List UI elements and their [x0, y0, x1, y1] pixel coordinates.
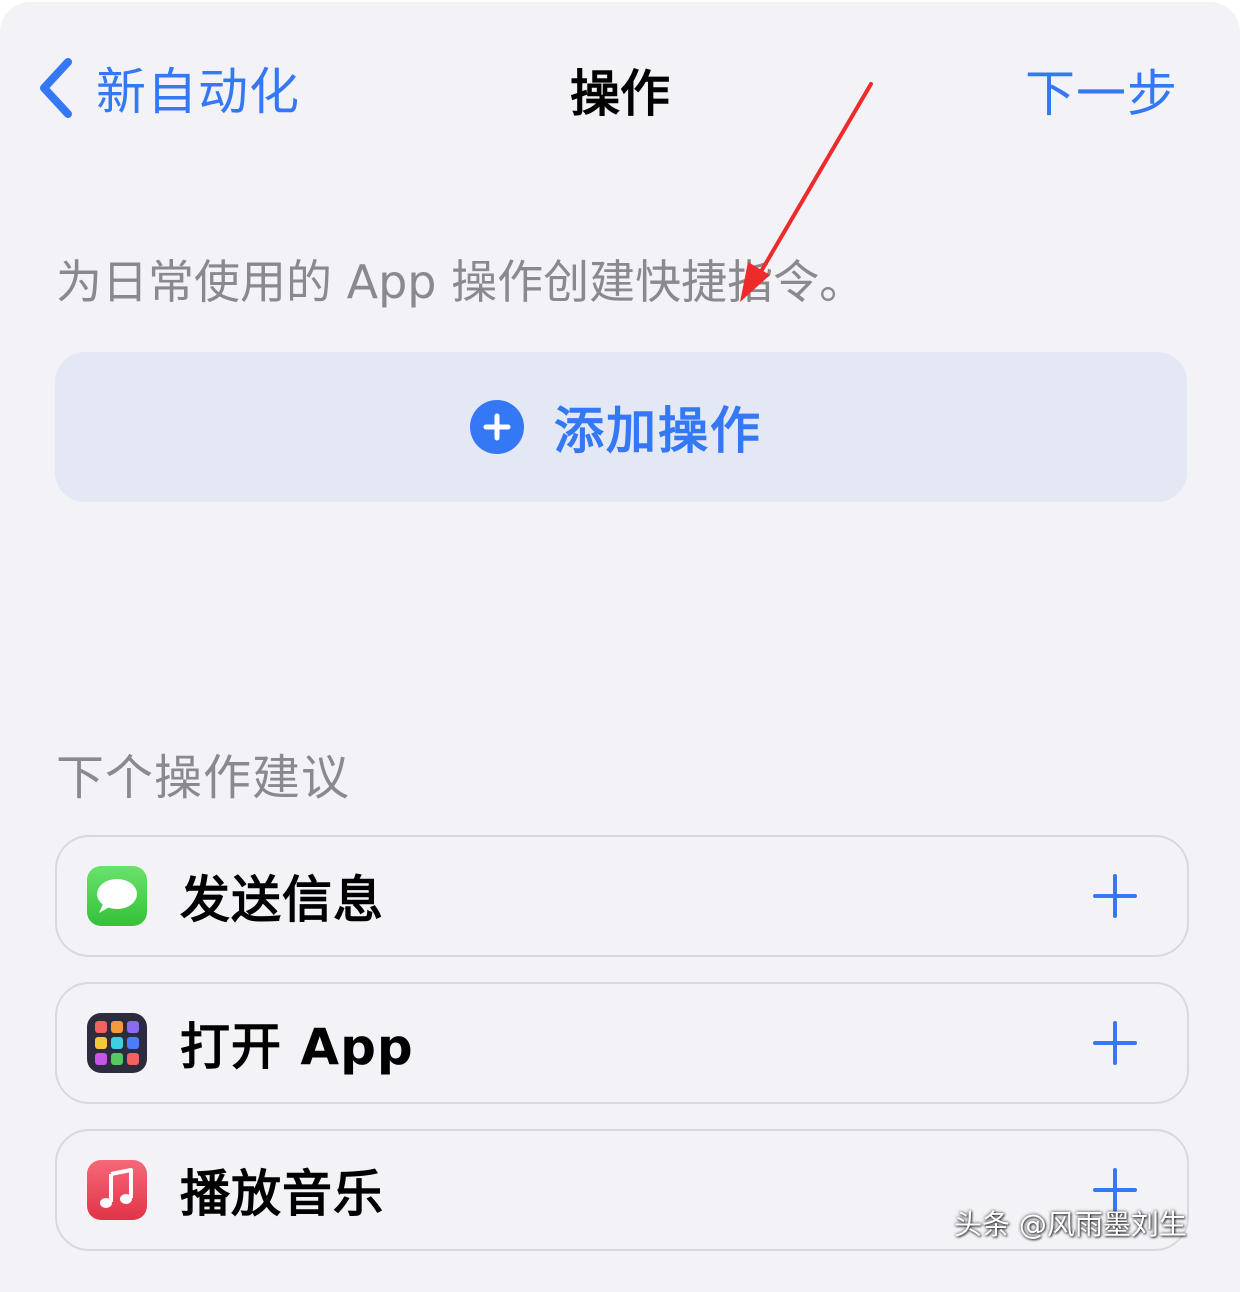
suggestion-send-message[interactable]: 发送信息 [55, 835, 1189, 957]
next-button[interactable]: 下一步 [1025, 54, 1178, 126]
description-text: 为日常使用的 App 操作创建快捷指令。 [56, 255, 866, 309]
suggestion-label: 打开 App [180, 1018, 414, 1076]
messages-app-icon [87, 866, 147, 926]
plus-icon[interactable] [1093, 874, 1137, 918]
suggestion-label: 发送信息 [180, 871, 384, 929]
add-action-label: 添加操作 [554, 402, 762, 460]
suggestions-header: 下个操作建议 [56, 750, 351, 806]
plus-icon[interactable] [1093, 1021, 1137, 1065]
automation-sheet: 新自动化 操作 下一步 为日常使用的 App 操作创建快捷指令。 添加操作 下个… [0, 2, 1240, 1292]
suggestion-open-app[interactable]: 打开 App [55, 982, 1189, 1104]
add-action-button[interactable]: 添加操作 [55, 352, 1187, 502]
app-grid-icon [87, 1013, 147, 1073]
watermark: 头条 @风雨墨刘生 [954, 1208, 1187, 1241]
plus-circle-icon [470, 400, 524, 454]
music-app-icon [87, 1160, 147, 1220]
